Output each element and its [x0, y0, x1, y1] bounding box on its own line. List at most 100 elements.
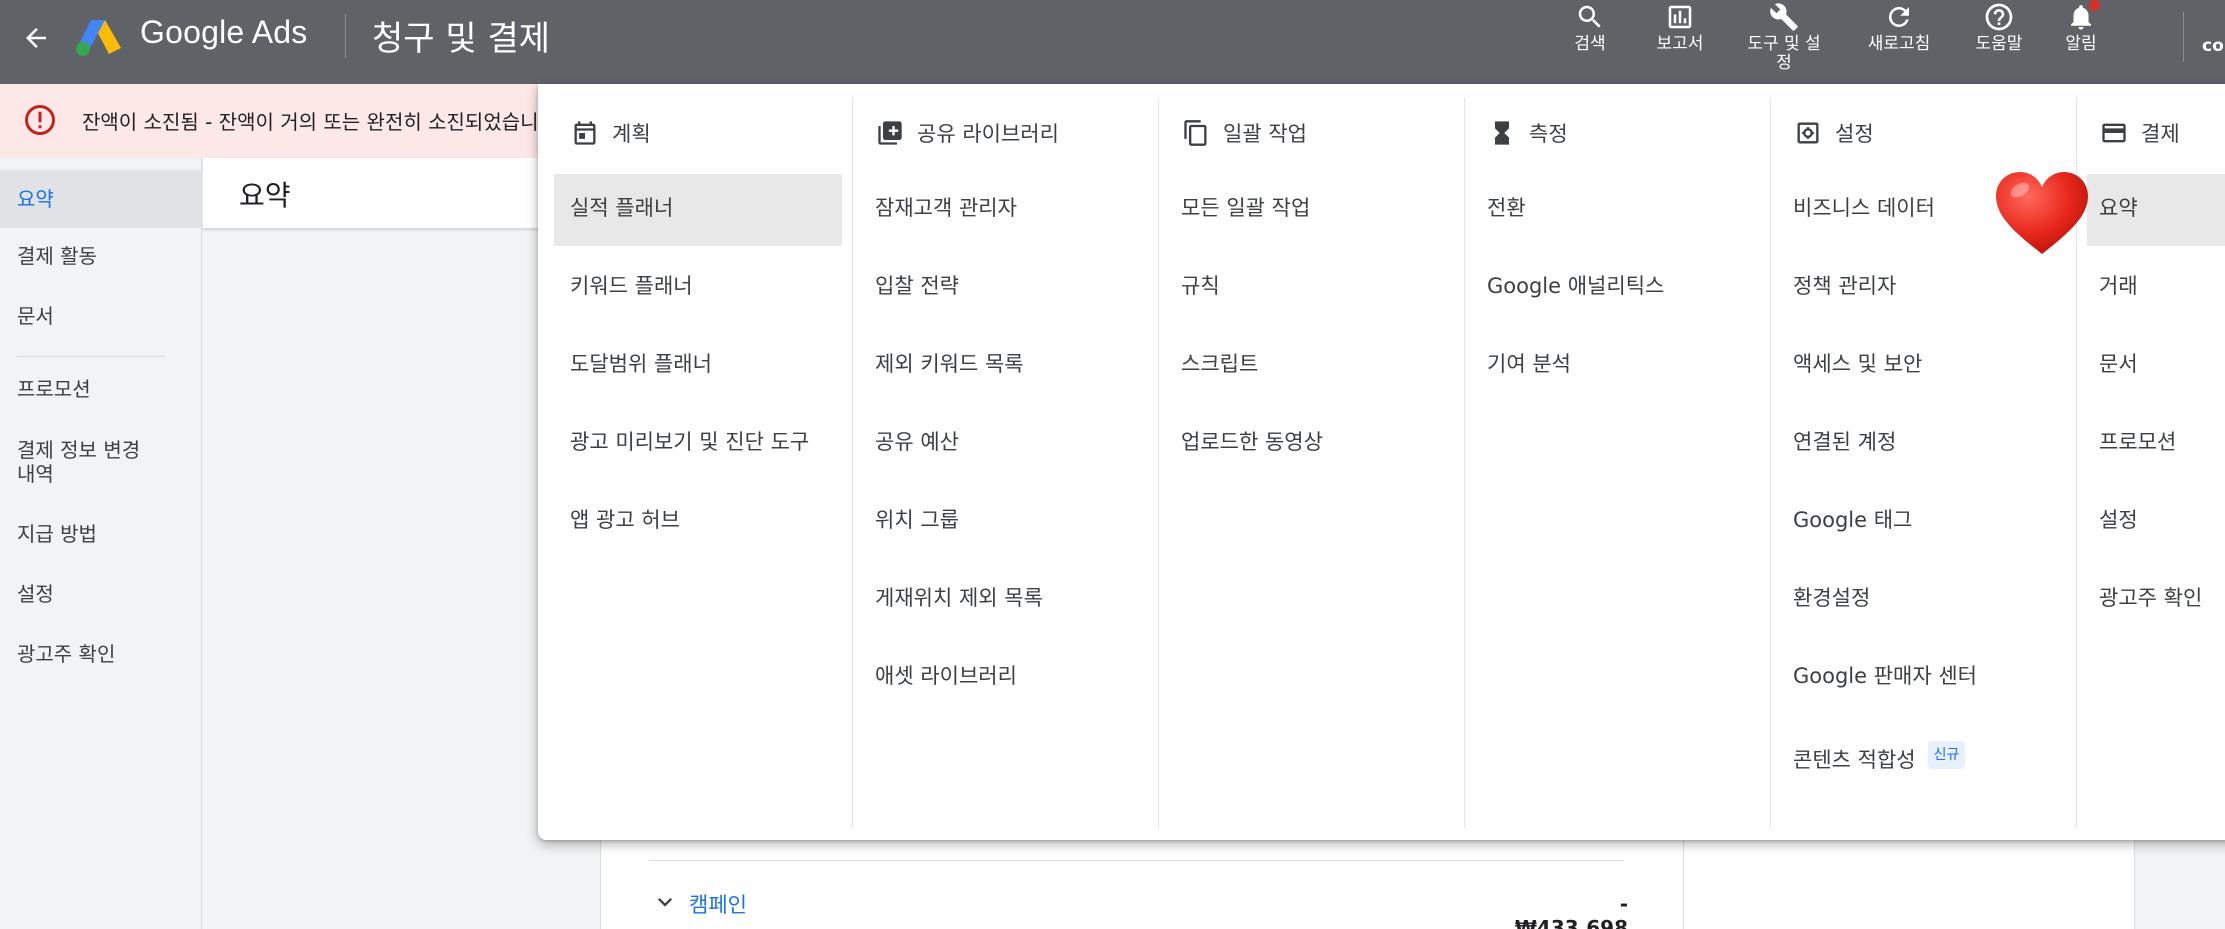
menu-item-billing-documents[interactable]: 문서: [2099, 351, 2138, 377]
menu-item-uploaded-videos[interactable]: 업로드한 동영상: [1181, 429, 1323, 455]
menu-item-billing-promotions[interactable]: 프로모션: [2099, 429, 2176, 455]
menu-item-policy-manager[interactable]: 정책 관리자: [1793, 273, 1896, 299]
tool-reports[interactable]: 보고서: [1645, 0, 1715, 84]
menu-item-shared-budgets[interactable]: 공유 예산: [875, 429, 959, 455]
library-icon: [875, 118, 905, 148]
sidebar-divider: [17, 356, 165, 357]
menu-item-audience-manager[interactable]: 잠재고객 관리자: [875, 195, 1017, 221]
menu-heading-measurement: 측정: [1487, 118, 1568, 148]
menu-item-linked-accounts[interactable]: 연결된 계정: [1793, 429, 1896, 455]
content-title: 요약: [239, 179, 291, 212]
topbar-divider: [2183, 12, 2184, 62]
menu-item-billing-settings[interactable]: 설정: [2099, 507, 2138, 533]
tool-tools-settings-label: 도구 및 설: [1747, 34, 1821, 54]
sidebar-item-payment-methods[interactable]: 지급 방법: [0, 522, 202, 546]
tool-search[interactable]: 검색: [1570, 0, 1610, 84]
menu-heading-bulk-actions-label: 일괄 작업: [1223, 122, 1307, 146]
menu-item-app-ads-hub[interactable]: 앱 광고 허브: [570, 507, 680, 533]
tool-search-label: 검색: [1574, 34, 1606, 54]
sidebar-item-advertiser-verification[interactable]: 광고주 확인: [0, 642, 202, 666]
title-divider: [345, 14, 346, 58]
menu-item-advertiser-verification[interactable]: 광고주 확인: [2099, 585, 2202, 611]
menu-item-billing-summary[interactable]: 요약: [2099, 195, 2138, 221]
tool-notifications-label: 알림: [2065, 34, 2097, 54]
menu-item-scripts[interactable]: 스크립트: [1181, 351, 1258, 377]
tool-help-label: 도움말: [1975, 34, 2023, 54]
campaign-row-toggle[interactable]: 캠페인: [651, 888, 747, 920]
menu-column-divider: [1464, 98, 1465, 828]
menu-item-access-security[interactable]: 액세스 및 보안: [1793, 351, 1922, 377]
menu-heading-billing: 결제: [2099, 118, 2180, 148]
tool-tools-settings[interactable]: 도구 및 설 정: [1737, 0, 1831, 84]
app-name[interactable]: Google Ads: [140, 14, 307, 51]
menu-item-attribution[interactable]: 기여 분석: [1487, 351, 1571, 377]
credit-card-icon: [2099, 118, 2129, 148]
menu-heading-measurement-label: 측정: [1529, 122, 1568, 146]
sidebar-item-payment-change-history-label: 결제 정보 변경: [17, 438, 141, 462]
page-title: 청구 및 결제: [372, 19, 551, 59]
sidebar-item-summary[interactable]: 요약: [0, 170, 202, 228]
google-ads-logo-icon[interactable]: [74, 16, 124, 58]
menu-item-rules[interactable]: 규칙: [1181, 273, 1220, 299]
menu-column-billing: 결제 요약 거래 문서 프로모션 설정 광고주 확인: [2087, 84, 2225, 828]
sidebar-item-payment-change-history[interactable]: 결제 정보 변경 내역: [0, 438, 202, 486]
content-header: 요약: [203, 158, 539, 229]
tool-help[interactable]: 도움말: [1968, 0, 2030, 84]
back-arrow-icon[interactable]: [16, 18, 56, 58]
menu-column-bulk-actions: 일괄 작업 모든 일괄 작업 규칙 스크립트 업로드한 동영상: [1181, 84, 1461, 828]
tool-notifications[interactable]: 알림: [2058, 0, 2104, 84]
menu-item-location-groups[interactable]: 위치 그룹: [875, 507, 959, 533]
menu-column-shared-library: 공유 라이브러리 잠재고객 관리자 입찰 전략 제외 키워드 목록 공유 예산 …: [875, 84, 1155, 828]
menu-item-conversions[interactable]: 전환: [1487, 195, 1526, 221]
menu-item-google-tag[interactable]: Google 태그: [1793, 507, 1912, 533]
menu-item-placement-exclusion-lists[interactable]: 게재위치 제외 목록: [875, 585, 1043, 611]
menu-heading-bulk-actions: 일괄 작업: [1181, 118, 1307, 148]
settings-icon: [1793, 118, 1823, 148]
menu-item-keyword-planner[interactable]: 키워드 플래너: [570, 273, 693, 299]
menu-heading-billing-label: 결제: [2141, 122, 2180, 146]
chevron-down-icon: [651, 888, 679, 920]
wrench-icon: [1767, 0, 1801, 34]
heart-icon: [1994, 170, 2090, 258]
menu-column-divider: [1158, 98, 1159, 828]
menu-item-content-suitability[interactable]: 콘텐츠 적합성 신규: [1793, 741, 1966, 773]
menu-item-negative-keyword-lists[interactable]: 제외 키워드 목록: [875, 351, 1024, 377]
menu-column-measurement: 측정 전환 Google 애널리틱스 기여 분석: [1487, 84, 1767, 828]
menu-heading-shared-library-label: 공유 라이브러리: [917, 122, 1059, 146]
hourglass-icon: [1487, 118, 1517, 148]
new-badge: 신규: [1927, 741, 1966, 769]
menu-heading-shared-library: 공유 라이브러리: [875, 118, 1059, 148]
sidebar-item-documents[interactable]: 문서: [0, 304, 202, 328]
menu-item-reach-planner[interactable]: 도달범위 플래너: [570, 351, 712, 377]
card-divider: [649, 860, 1624, 861]
help-icon: [1982, 0, 2016, 34]
menu-item-asset-library[interactable]: 애셋 라이브러리: [875, 663, 1017, 689]
tool-refresh[interactable]: 새로고침: [1861, 0, 1937, 84]
account-label[interactable]: co: [2202, 36, 2224, 56]
top-bar: Google Ads 청구 및 결제 검색 보고서 도구 및 설 정 새로고침 …: [0, 0, 2225, 84]
tool-refresh-label: 새로고침: [1867, 34, 1931, 54]
menu-item-transactions[interactable]: 거래: [2099, 273, 2138, 299]
menu-column-planning: 계획 실적 플래너 키워드 플래너 도달범위 플래너 광고 미리보기 및 진단 …: [554, 84, 848, 828]
menu-item-merchant-center[interactable]: Google 판매자 센터: [1793, 663, 1977, 689]
campaign-label: 캠페인: [689, 893, 747, 917]
error-icon: [22, 102, 58, 138]
menu-item-bid-strategies[interactable]: 입찰 전략: [875, 273, 959, 299]
campaign-amount: -₩433,698: [1514, 892, 1628, 929]
menu-item-google-analytics[interactable]: Google 애널리틱스: [1487, 273, 1664, 299]
menu-heading-planning: 계획: [570, 118, 651, 148]
sidebar-item-billing-activity[interactable]: 결제 활동: [0, 244, 202, 268]
menu-item-preferences[interactable]: 환경설정: [1793, 585, 1870, 611]
tool-reports-label: 보고서: [1656, 34, 1704, 54]
menu-item-all-bulk-actions[interactable]: 모든 일괄 작업: [1181, 195, 1310, 221]
menu-item-performance-planner[interactable]: 실적 플래너: [570, 195, 673, 221]
menu-column-divider: [1770, 98, 1771, 828]
tool-tools-settings-label-2: 정: [1776, 53, 1792, 73]
sidebar-item-promotions[interactable]: 프로모션: [0, 377, 202, 401]
sidebar-item-settings[interactable]: 설정: [0, 582, 202, 606]
menu-heading-planning-label: 계획: [612, 122, 651, 146]
notification-dot: [2089, 0, 2100, 11]
menu-item-business-data[interactable]: 비즈니스 데이터: [1793, 195, 1935, 221]
menu-item-ad-preview-diagnosis[interactable]: 광고 미리보기 및 진단 도구: [570, 429, 809, 455]
tools-settings-menu: 계획 실적 플래너 키워드 플래너 도달범위 플래너 광고 미리보기 및 진단 …: [538, 84, 2225, 840]
